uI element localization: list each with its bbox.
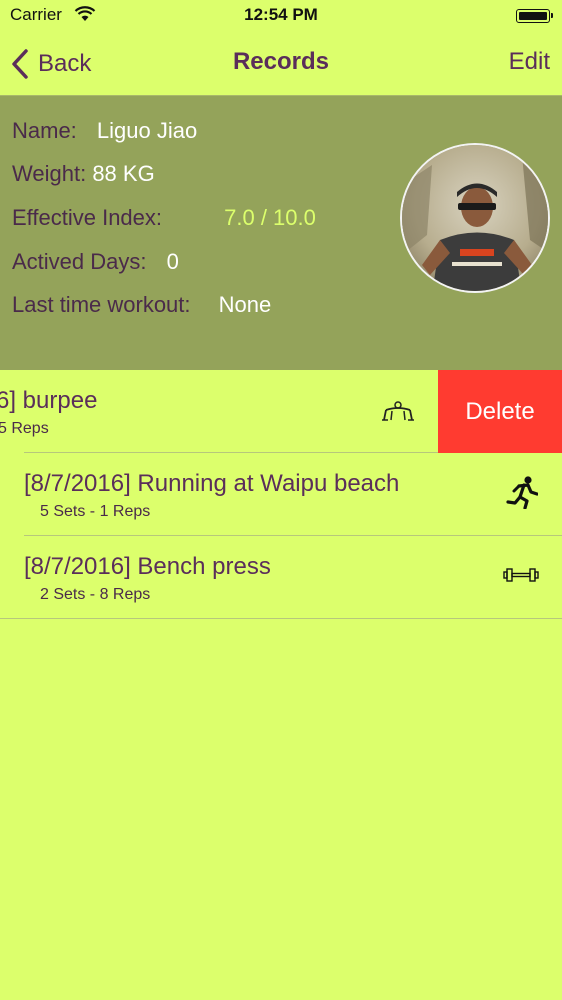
index-label: Effective Index: [12,205,163,230]
last-workout-row: Last time workout: None [12,292,271,318]
record-subtitle: 2 Sets - 8 Reps [40,586,151,603]
last-workout-value: None [218,292,272,317]
name-value: Liguo Jiao [96,118,198,143]
profile-photo [402,145,548,291]
clock: 12:54 PM [244,5,318,24]
weight-value: 88 KG [92,161,155,186]
burpee-icon [382,401,414,421]
weight-label: Weight: [12,161,87,186]
days-label: Actived Days: [12,249,147,274]
record-title: 6] burpee [0,387,98,414]
last-workout-label: Last time workout: [12,292,191,317]
record-title: [8/7/2016] Running at Waipu beach [24,470,400,497]
battery-icon [516,9,553,23]
index-row: Effective Index: 7.0 / 10.0 [12,205,316,231]
navigation-bar: Back Records Edit [0,32,562,96]
edit-button[interactable]: Edit [509,48,550,76]
name-row: Name: Liguo Jiao [12,118,197,144]
divider [0,618,562,619]
chevron-left-icon [12,49,28,79]
days-value: 0 [166,249,179,274]
back-button[interactable]: Back [10,46,91,82]
running-icon [506,476,538,509]
weight-row: Weight: 88 KG [12,161,155,187]
record-subtitle: 5 Reps [0,420,49,437]
dumbbell-icon [503,568,539,582]
record-title: [8/7/2016] Bench press [24,553,271,580]
avatar[interactable] [400,143,550,293]
back-label: Back [38,50,92,77]
record-subtitle: 5 Sets - 1 Reps [40,503,151,520]
delete-button[interactable]: Delete [438,370,562,453]
name-label: Name: [12,118,77,143]
status-bar: Carrier 12:54 PM [0,0,562,32]
index-value: 7.0 / 10.0 [224,205,316,230]
record-row[interactable]: [8/7/2016] Bench press 2 Sets - 8 Reps [0,536,562,619]
days-row: Actived Days: 0 [12,249,179,275]
record-row[interactable]: [8/7/2016] Running at Waipu beach 5 Sets… [0,453,562,536]
